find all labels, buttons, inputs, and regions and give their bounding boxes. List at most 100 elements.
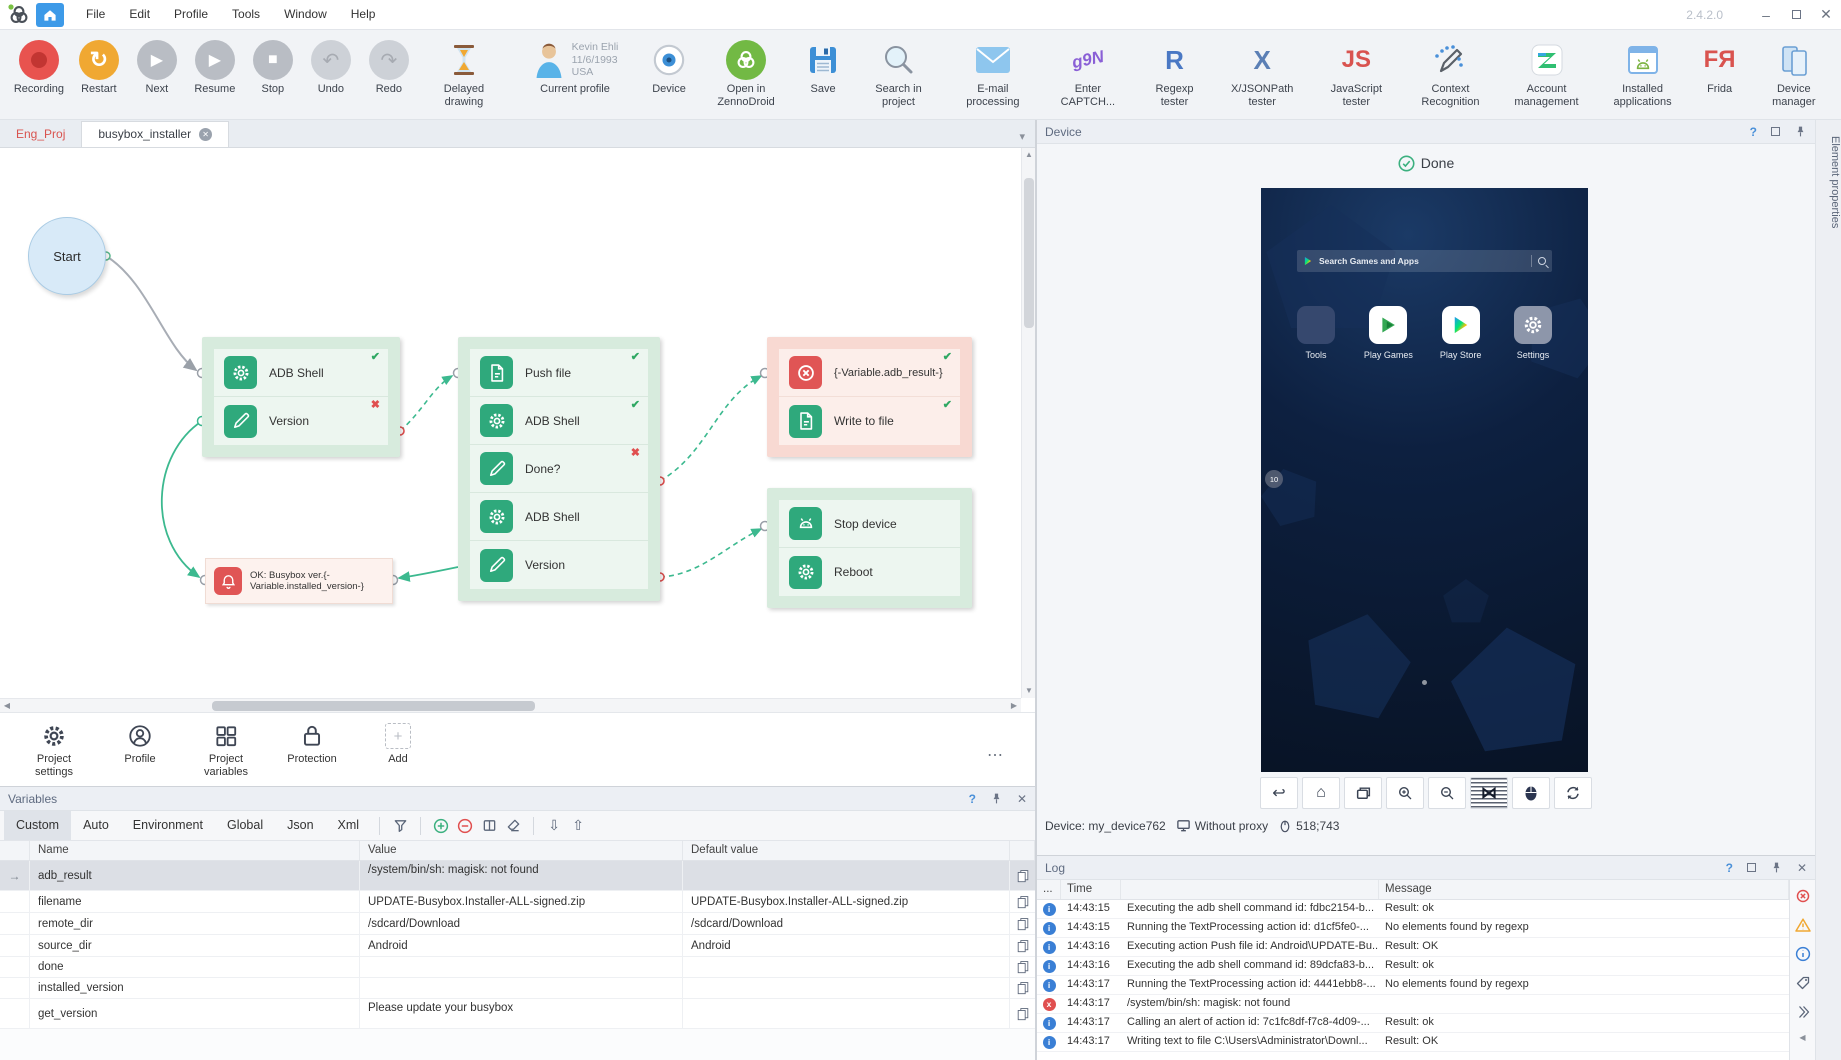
copy-icon[interactable]: [1010, 913, 1035, 934]
tab-list-caret-icon[interactable]: ▾: [1019, 130, 1035, 147]
help-icon[interactable]: ?: [1750, 125, 1757, 139]
scroll-right-icon[interactable]: ▶: [1007, 699, 1021, 712]
tab-global[interactable]: Global: [215, 811, 275, 840]
delayed-drawing-button[interactable]: Delayed drawing: [418, 37, 510, 109]
node-write-to-file[interactable]: Write to file ✔: [779, 397, 960, 445]
device-home-button[interactable]: ⌂: [1302, 777, 1340, 809]
device-screen[interactable]: Search Games and Apps Tools: [1261, 188, 1588, 772]
device-refresh-button[interactable]: [1554, 777, 1592, 809]
horizontal-scroll-thumb[interactable]: [212, 701, 535, 711]
app-play-store[interactable]: Play Store: [1432, 306, 1490, 360]
tab-environment[interactable]: Environment: [121, 811, 215, 840]
device-recents-button[interactable]: [1344, 777, 1382, 809]
variable-value[interactable]: [360, 957, 683, 977]
recording-button[interactable]: Recording: [8, 37, 70, 96]
log-row[interactable]: i 14:43:16 Executing action Push file id…: [1037, 938, 1789, 957]
element-properties-strip[interactable]: Element properties: [1815, 120, 1841, 1060]
element-properties-tab[interactable]: Element properties: [1816, 128, 1841, 228]
menu-window[interactable]: Window: [272, 0, 339, 29]
copy-icon[interactable]: [1010, 935, 1035, 956]
variable-value[interactable]: /system/bin/sh: magisk: not found: [360, 861, 683, 890]
clear-button[interactable]: [501, 815, 525, 837]
menu-tools[interactable]: Tools: [220, 0, 272, 29]
frida-button[interactable]: FЯ Frida: [1691, 37, 1749, 96]
menu-file[interactable]: File: [74, 0, 117, 29]
copy-icon[interactable]: [1010, 861, 1035, 890]
javascript-tester-button[interactable]: JS JavaScript tester: [1310, 37, 1402, 109]
filter-info-icon[interactable]: [1795, 946, 1811, 962]
tab-json[interactable]: Json: [275, 811, 325, 840]
enter-captcha-button[interactable]: g9N Enter CAPTCH...: [1041, 37, 1135, 109]
canvas-horizontal-scrollbar[interactable]: ◀ ▶: [0, 698, 1021, 712]
xjsonpath-tester-button[interactable]: X X/JSONPath tester: [1214, 37, 1310, 109]
variable-default[interactable]: Android: [683, 935, 1010, 956]
log-row-error[interactable]: x 14:43:17 /system/bin/sh: magisk: not f…: [1037, 995, 1789, 1014]
device-back-button[interactable]: ↩: [1260, 777, 1298, 809]
project-settings-button[interactable]: Project settings: [26, 723, 82, 779]
move-up-button[interactable]: ⇧: [566, 815, 590, 837]
action-group-error-write[interactable]: {-Variable.adb_result-} ✔ Write to file …: [767, 337, 972, 457]
add-variable-button[interactable]: [429, 815, 453, 837]
filter-errors-icon[interactable]: [1795, 888, 1811, 904]
log-row[interactable]: i 14:43:16 Executing the adb shell comma…: [1037, 957, 1789, 976]
log-row[interactable]: i 14:43:15 Running the TextProcessing ac…: [1037, 919, 1789, 938]
email-processing-button[interactable]: E-mail processing: [945, 37, 1041, 109]
account-management-button[interactable]: Account management: [1498, 37, 1594, 109]
next-button[interactable]: ▶ Next: [128, 37, 186, 96]
node-adb-shell-1[interactable]: ADB Shell ✔: [214, 349, 388, 397]
name-column-header[interactable]: Name: [30, 841, 360, 860]
maximize-icon[interactable]: [1747, 863, 1756, 872]
resume-button[interactable]: ▶ Resume: [186, 37, 244, 96]
node-done-check[interactable]: Done? ✖: [470, 445, 648, 493]
canvas-vertical-scrollbar[interactable]: ▲ ▼: [1021, 148, 1035, 698]
variable-default[interactable]: UPDATE-Busybox.Installer-ALL-signed.zip: [683, 891, 1010, 912]
protection-button[interactable]: Protection: [284, 723, 340, 766]
node-reboot[interactable]: Reboot: [779, 548, 960, 596]
tags-icon[interactable]: [1795, 1004, 1811, 1020]
copy-icon[interactable]: [1010, 957, 1035, 977]
undo-button[interactable]: ↶ Undo: [302, 37, 360, 96]
default-column-header[interactable]: Default value: [683, 841, 1010, 860]
close-icon[interactable]: ✕: [1017, 792, 1027, 806]
maximize-button[interactable]: [1781, 3, 1811, 27]
pin-icon[interactable]: [1794, 125, 1807, 138]
search-in-project-button[interactable]: Search in project: [852, 37, 945, 109]
variable-row-filename[interactable]: filename UPDATE-Busybox.Installer-ALL-si…: [0, 891, 1035, 913]
scroll-left-icon[interactable]: ◀: [0, 699, 14, 712]
scroll-left-icon[interactable]: ◀: [1799, 1033, 1805, 1042]
variable-default[interactable]: [683, 957, 1010, 977]
restart-button[interactable]: ↻ Restart: [70, 37, 128, 96]
stop-button[interactable]: ■ Stop: [244, 37, 302, 96]
remove-variable-button[interactable]: [453, 815, 477, 837]
copy-icon[interactable]: [1010, 891, 1035, 912]
node-adb-shell-3[interactable]: ADB Shell: [470, 493, 648, 541]
move-down-button[interactable]: ⇩: [542, 815, 566, 837]
copy-icon[interactable]: [1010, 978, 1035, 998]
node-push-file[interactable]: Push file ✔: [470, 349, 648, 397]
device-zoom-in-button[interactable]: [1386, 777, 1424, 809]
tab-auto[interactable]: Auto: [71, 811, 121, 840]
app-tools[interactable]: Tools: [1287, 306, 1345, 360]
variable-default[interactable]: [683, 861, 1010, 890]
start-node[interactable]: Start: [28, 217, 106, 295]
home-button[interactable]: [36, 3, 64, 27]
node-variable-adb-result[interactable]: {-Variable.adb_result-} ✔: [779, 349, 960, 397]
action-group-adb-version[interactable]: ADB Shell ✔ Version ✖: [202, 337, 400, 457]
columns-button[interactable]: [477, 815, 501, 837]
tab-busybox-installer[interactable]: busybox_installer ✕: [81, 121, 229, 147]
close-button[interactable]: ✕: [1811, 3, 1841, 27]
profile-button[interactable]: Profile: [112, 723, 168, 766]
open-in-zennodroid-button[interactable]: Open in ZennoDroid: [698, 37, 794, 109]
device-search-bar[interactable]: Search Games and Apps: [1297, 250, 1552, 272]
project-variables-button[interactable]: Project variables: [198, 723, 254, 779]
device-button[interactable]: Device: [640, 37, 698, 96]
node-adb-shell-2[interactable]: ADB Shell ✔: [470, 397, 648, 445]
pin-icon[interactable]: [990, 792, 1003, 805]
device-manager-button[interactable]: Device manager: [1749, 37, 1839, 109]
log-row[interactable]: i 14:43:17 Running the TextProcessing ac…: [1037, 976, 1789, 995]
value-column-header[interactable]: Value: [360, 841, 683, 860]
installed-applications-button[interactable]: Installed applications: [1595, 37, 1691, 109]
tab-xml[interactable]: Xml: [326, 811, 372, 840]
context-recognition-button[interactable]: Context Recognition: [1402, 37, 1498, 109]
tab-eng-proj[interactable]: Eng_Proj: [0, 121, 81, 147]
